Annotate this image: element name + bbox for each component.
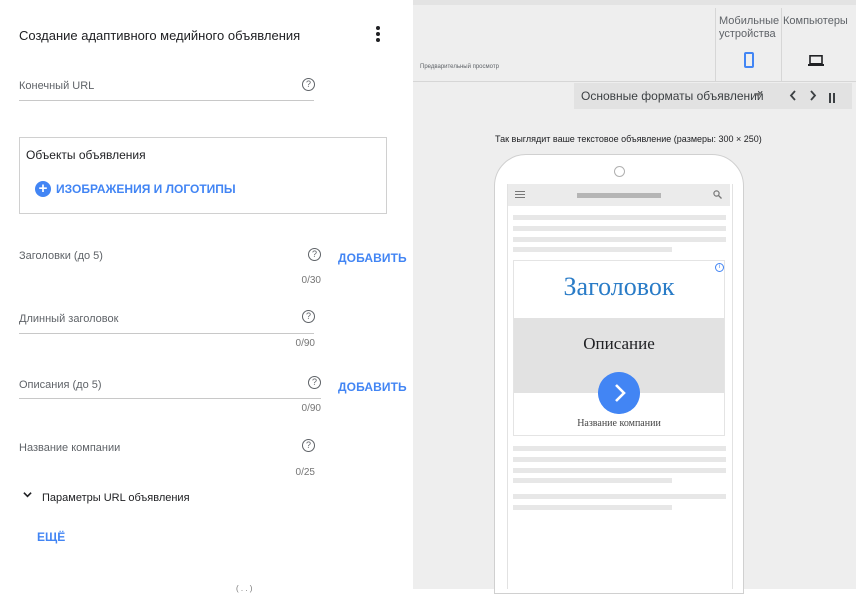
search-icon xyxy=(713,190,722,199)
placeholder-line xyxy=(513,478,672,483)
chevron-left-icon[interactable] xyxy=(789,90,797,101)
preview-label: Предварительный просмотр xyxy=(420,64,499,70)
help-icon[interactable]: ? xyxy=(302,310,315,323)
add-description-button[interactable]: ДОБАВИТЬ xyxy=(338,380,407,394)
placeholder-line xyxy=(513,494,726,499)
expand-icon[interactable] xyxy=(23,490,32,499)
ad-description: Описание xyxy=(583,334,655,353)
menu-icon xyxy=(515,191,525,199)
descriptions-underline xyxy=(19,398,321,399)
phone-speaker xyxy=(614,166,625,177)
mobile-tab-label[interactable]: Мобильные устройства xyxy=(719,15,783,41)
placeholder-line xyxy=(513,247,672,252)
descriptions-counter: 0/90 xyxy=(301,403,321,414)
ad-formats-dropdown[interactable]: Основные форматы объявлений xyxy=(581,89,764,103)
smartphone-icon[interactable] xyxy=(744,52,754,68)
help-icon[interactable]: ? xyxy=(302,439,315,452)
company-name-counter: 0/25 xyxy=(295,467,315,478)
pause-icon[interactable] xyxy=(829,90,837,103)
images-logos-button[interactable]: ИЗОБРАЖЕНИЯ И ЛОГОТИПЫ xyxy=(56,182,236,196)
ad-assets-title: Объекты объявления xyxy=(26,148,146,162)
long-headline-counter: 0/90 xyxy=(295,338,315,349)
preview-caption: Так выглядит ваше текстовое объявление (… xyxy=(495,134,762,144)
add-circle-icon[interactable]: + xyxy=(35,181,51,197)
help-icon[interactable]: ? xyxy=(302,78,315,91)
divider xyxy=(413,81,856,82)
divider xyxy=(715,8,716,81)
company-name-field[interactable]: Название компании xyxy=(19,442,120,454)
mock-url-bar xyxy=(577,193,661,198)
placeholder-line xyxy=(513,468,726,473)
chevron-right-icon[interactable] xyxy=(809,90,817,101)
ad-company-name: Название компании xyxy=(577,418,661,429)
headlines-counter: 0/30 xyxy=(301,275,321,286)
more-button[interactable]: ЕЩЁ xyxy=(37,530,65,544)
help-icon[interactable]: ? xyxy=(308,248,321,261)
placeholder-line xyxy=(513,505,672,510)
placeholder-line xyxy=(513,457,726,462)
info-icon[interactable]: i xyxy=(715,263,724,272)
headlines-field[interactable]: Заголовки (до 5) xyxy=(19,250,103,262)
url-params-toggle[interactable]: Параметры URL объявления xyxy=(42,492,190,504)
final-url-underline xyxy=(19,100,314,101)
dropdown-icon[interactable] xyxy=(754,93,762,97)
form-title: Создание адаптивного медийного объявлени… xyxy=(19,28,301,43)
placeholder-line xyxy=(513,226,726,231)
placeholder-line xyxy=(513,215,726,220)
add-headline-button[interactable]: ДОБАВИТЬ xyxy=(338,251,407,265)
placeholder-line xyxy=(513,237,726,242)
long-headline-field[interactable]: Длинный заголовок xyxy=(19,313,118,325)
arrow-forward-icon[interactable] xyxy=(598,372,640,414)
help-icon[interactable]: ? xyxy=(308,376,321,389)
long-headline-underline xyxy=(19,333,314,334)
descriptions-field[interactable]: Описания (до 5) xyxy=(19,379,102,391)
placeholder-line xyxy=(513,446,726,451)
desktop-tab-label[interactable]: Компьютеры xyxy=(783,15,848,27)
laptop-icon[interactable] xyxy=(808,55,824,66)
more-vert-icon[interactable] xyxy=(374,26,382,44)
ad-headline[interactable]: Заголовок xyxy=(513,272,725,302)
final-url-field[interactable]: Конечный URL xyxy=(19,80,94,92)
